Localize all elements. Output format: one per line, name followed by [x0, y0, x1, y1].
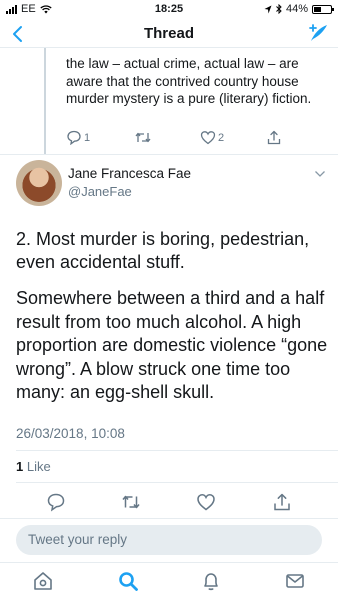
- previous-tweet-actions: 1 2: [66, 130, 316, 148]
- likes-label: Like: [26, 459, 51, 474]
- retweet-icon: [135, 132, 151, 143]
- divider: [0, 518, 338, 519]
- battery-percent: 44%: [285, 3, 308, 15]
- avatar[interactable]: [16, 160, 62, 206]
- author-name[interactable]: Jane Francesca Fae: [68, 166, 191, 181]
- reply-action[interactable]: 1: [66, 130, 90, 145]
- share-action[interactable]: [266, 130, 282, 145]
- likes-count: 1: [16, 459, 24, 474]
- divider: [16, 450, 338, 451]
- tweet-actions: [0, 490, 338, 516]
- status-bar: EE 18:25 44%: [0, 0, 338, 20]
- status-right: 44%: [264, 3, 334, 15]
- heart-icon: [200, 131, 216, 145]
- compose-tweet-icon[interactable]: [306, 22, 330, 44]
- battery-fill: [314, 6, 322, 12]
- reply-icon[interactable]: [46, 492, 66, 512]
- divider: [16, 482, 338, 483]
- tweet-text-paragraph-1: 2. Most murder is boring, pedestrian, ev…: [16, 229, 310, 272]
- share-icon: [267, 130, 281, 145]
- share-icon[interactable]: [272, 492, 292, 512]
- retweet-action[interactable]: [134, 130, 154, 145]
- reply-count: 1: [84, 131, 91, 144]
- notifications-icon[interactable]: [200, 570, 222, 592]
- like-action[interactable]: 2: [200, 130, 224, 145]
- likes-summary[interactable]: 1 Like: [16, 459, 51, 474]
- retweet-icon[interactable]: [121, 492, 141, 512]
- messages-icon[interactable]: [284, 570, 306, 592]
- previous-tweet-text: the law – actual crime, actual law – are…: [66, 56, 312, 106]
- like-count: 2: [218, 131, 225, 144]
- nav-bar: Thread: [0, 20, 338, 48]
- battery-icon: [312, 4, 334, 14]
- heart-icon[interactable]: [196, 492, 216, 512]
- tweet-timestamp: 26/03/2018, 10:08: [16, 426, 125, 441]
- search-icon[interactable]: [117, 570, 139, 592]
- bluetooth-icon: [276, 4, 282, 14]
- thread-connector-line: [44, 48, 46, 154]
- page-title: Thread: [143, 25, 194, 42]
- divider: [0, 154, 338, 155]
- tab-bar: [0, 562, 338, 600]
- home-icon[interactable]: [32, 570, 54, 592]
- reply-icon: [67, 130, 81, 145]
- reply-input[interactable]: Tweet your reply: [16, 525, 322, 555]
- tweet-text-paragraph-2: Somewhere between a third and a half res…: [16, 288, 328, 402]
- chevron-down-icon[interactable]: [314, 170, 326, 178]
- location-icon: [264, 5, 272, 13]
- reply-placeholder: Tweet your reply: [28, 532, 128, 547]
- author-handle[interactable]: @JaneFae: [68, 184, 132, 199]
